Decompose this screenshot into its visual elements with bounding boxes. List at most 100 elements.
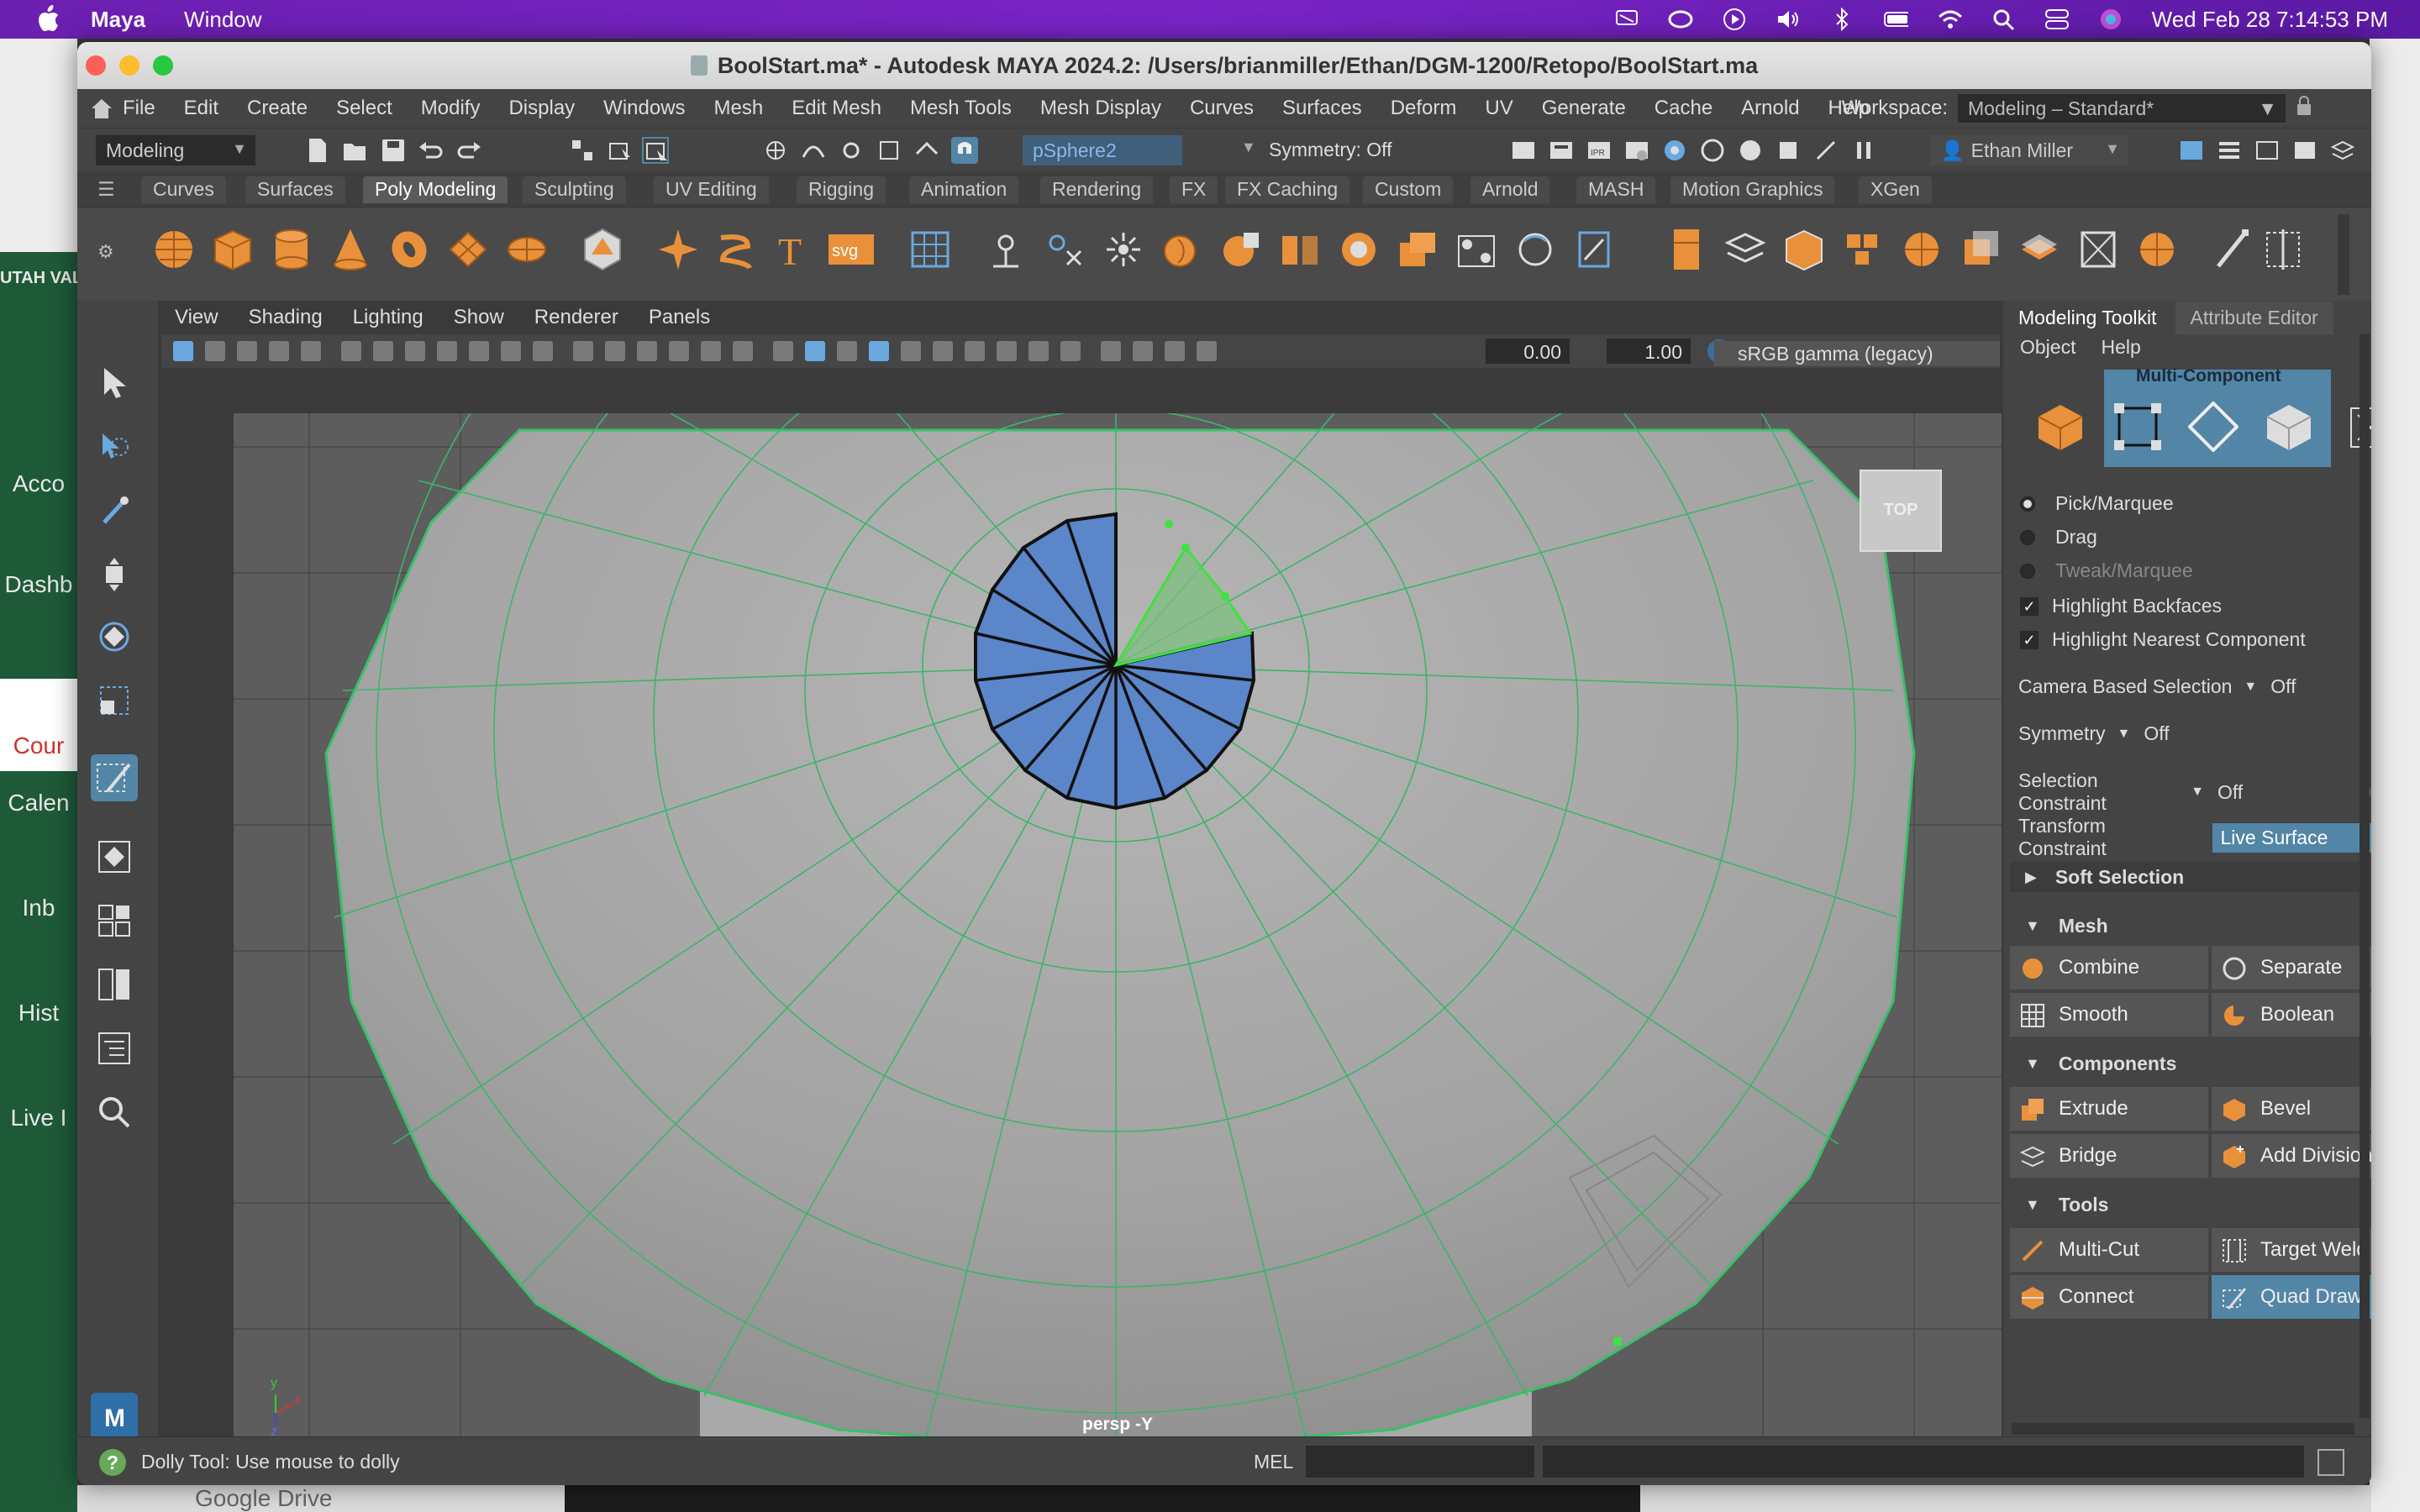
arnold-render-icon[interactable] xyxy=(1699,137,1726,164)
safe-action-icon[interactable] xyxy=(533,341,553,361)
move-tool-icon[interactable] xyxy=(91,551,138,598)
wireframe-on-shaded-icon[interactable] xyxy=(837,341,857,361)
panel-horizontal-scrollbar[interactable] xyxy=(2012,1423,2354,1435)
tab-attribute-editor[interactable]: Attribute Editor xyxy=(2175,302,2333,334)
svg-tool-icon[interactable]: svg xyxy=(827,226,877,273)
anti-aliasing-icon[interactable] xyxy=(1028,341,1049,361)
bookmarks-icon[interactable] xyxy=(237,341,257,361)
boolean-difference-icon[interactable] xyxy=(1220,226,1262,273)
creative-cloud-icon[interactable] xyxy=(1668,7,1693,32)
viewport-menu-renderer[interactable]: Renderer xyxy=(534,306,618,329)
menu-mesh-tools[interactable]: Mesh Tools xyxy=(910,97,1012,120)
arnold-settings-icon[interactable] xyxy=(1812,137,1839,164)
highlight-nearest-option[interactable]: ✓ Highlight Nearest Component xyxy=(2020,628,2306,651)
menu-edit[interactable]: Edit xyxy=(184,97,218,120)
planar-uv-icon[interactable] xyxy=(1960,226,2002,273)
toolkit-menu-help[interactable]: Help xyxy=(2101,336,2140,359)
field-chart-icon[interactable] xyxy=(501,341,521,361)
shelf-tab-fx[interactable]: FX xyxy=(1170,176,1218,203)
menu-uv[interactable]: UV xyxy=(1485,97,1512,120)
highlight-backfaces-option[interactable]: ✓ Highlight Backfaces xyxy=(2020,595,2222,617)
toggle-attribute-editor-icon[interactable] xyxy=(2216,137,2243,164)
quad-draw-button[interactable]: Quad Draw xyxy=(2212,1275,2371,1319)
camera-based-selection-row[interactable]: Camera Based Selection ▼ Off xyxy=(2018,675,2296,698)
auto-uv-icon[interactable] xyxy=(2077,226,2119,273)
symmetry-status[interactable]: Symmetry: Off xyxy=(1269,139,1392,161)
vertex-mode-icon[interactable] xyxy=(2112,402,2163,452)
smooth-icon[interactable] xyxy=(1102,226,1144,273)
viewport-menu-shading[interactable]: Shading xyxy=(249,306,323,329)
face-mode-icon[interactable] xyxy=(2264,402,2314,452)
chevron-down-icon[interactable]: ▼ xyxy=(2244,680,2257,695)
redo-icon[interactable] xyxy=(455,137,482,164)
lock-icon[interactable] xyxy=(2296,95,2312,123)
gear-icon[interactable]: ⚙ xyxy=(97,241,114,263)
add-divisions-button[interactable]: Add Divisions xyxy=(2212,1134,2371,1178)
shelf-tab-curves[interactable]: Curves xyxy=(141,176,226,203)
vertex-marker[interactable] xyxy=(1165,520,1173,528)
target-weld-button[interactable]: Target Weld xyxy=(2212,1228,2371,1272)
xray-icon[interactable] xyxy=(733,341,753,361)
toolkit-menu-object[interactable]: Object xyxy=(2020,336,2075,359)
radio-drag[interactable] xyxy=(2020,529,2035,545)
quad-draw-tool-icon[interactable] xyxy=(91,754,138,801)
wifi-icon[interactable] xyxy=(1937,7,1962,32)
bevel-button[interactable]: Bevel xyxy=(2212,1087,2371,1131)
shelf-tab-fx-caching[interactable]: FX Caching xyxy=(1225,176,1350,203)
xray-joints-icon[interactable] xyxy=(701,341,721,361)
boolean-union-icon[interactable] xyxy=(1161,226,1203,273)
snap-point-icon[interactable] xyxy=(838,137,865,164)
radio-tweak-marquee[interactable] xyxy=(2020,563,2035,579)
select-hierarchy-icon[interactable] xyxy=(569,137,596,164)
zoom-window-button[interactable] xyxy=(153,55,173,76)
mesh-header[interactable]: ▼ Mesh xyxy=(2010,911,2363,941)
spotlight-search-icon[interactable] xyxy=(1991,7,2016,32)
shelf-tab-motion-graphics[interactable]: Motion Graphics xyxy=(1670,176,1835,203)
app-name[interactable]: Maya xyxy=(91,7,145,33)
help-icon[interactable]: ? xyxy=(99,1449,126,1476)
smooth-button[interactable]: Smooth xyxy=(2010,993,2208,1037)
mac-menu-window[interactable]: Window xyxy=(184,7,261,33)
layout-four-icon[interactable] xyxy=(91,897,138,944)
radio-pick-marquee[interactable] xyxy=(2020,496,2035,512)
wireframe-icon[interactable] xyxy=(773,341,793,361)
command-input[interactable] xyxy=(1306,1446,1534,1478)
sweep-mesh-icon[interactable] xyxy=(714,226,756,273)
shelf-scrollbar[interactable] xyxy=(2338,214,2349,295)
hypershade-icon[interactable] xyxy=(1661,137,1688,164)
save-scene-icon[interactable] xyxy=(380,137,407,164)
sphere-uv-icon[interactable] xyxy=(1901,226,1943,273)
arnold-stop-icon[interactable] xyxy=(1775,137,1802,164)
shelf-menu-icon[interactable]: ☰ xyxy=(97,178,115,201)
screen-space-ao-icon[interactable] xyxy=(965,341,985,361)
volume-icon[interactable] xyxy=(1776,7,1801,32)
extrude-icon[interactable] xyxy=(1397,226,1439,273)
boolean-button[interactable]: Boolean xyxy=(2212,993,2371,1037)
script-editor-icon[interactable] xyxy=(2317,1449,2344,1476)
layout-single-icon[interactable] xyxy=(91,833,138,880)
menu-modify[interactable]: Modify xyxy=(421,97,481,120)
cylindrical-uv-icon[interactable] xyxy=(2018,226,2060,273)
vertex-marker[interactable] xyxy=(1221,592,1229,601)
scale-tool-icon[interactable] xyxy=(91,677,138,724)
extract-icon[interactable] xyxy=(1665,226,1707,273)
arnold-ipr-icon[interactable] xyxy=(1737,137,1764,164)
render-settings-icon[interactable] xyxy=(1623,137,1650,164)
snap-surface-icon[interactable] xyxy=(913,137,940,164)
bevel-icon[interactable] xyxy=(1338,226,1380,273)
grid-icon[interactable] xyxy=(573,341,593,361)
grease-pencil-icon[interactable] xyxy=(341,341,361,361)
poly-sphere-icon[interactable] xyxy=(153,226,195,273)
platonic-solid-icon[interactable] xyxy=(581,226,623,273)
snap-grid-icon[interactable] xyxy=(762,137,789,164)
chevron-down-icon[interactable]: ▼ xyxy=(2191,785,2204,800)
toggle-tool-settings-icon[interactable] xyxy=(2254,137,2281,164)
snap-view-icon[interactable] xyxy=(876,137,902,164)
drag-option[interactable]: Drag xyxy=(2020,526,2097,549)
exposure-field[interactable]: 0.00 xyxy=(1486,339,1570,364)
pause-icon[interactable] xyxy=(1850,137,1877,164)
smooth-shade-icon[interactable] xyxy=(805,341,825,361)
transform-constraint-value[interactable]: Live Surface xyxy=(2212,822,2371,853)
bridge-icon[interactable] xyxy=(1455,226,1497,273)
frame-selection-icon[interactable] xyxy=(1165,341,1185,361)
